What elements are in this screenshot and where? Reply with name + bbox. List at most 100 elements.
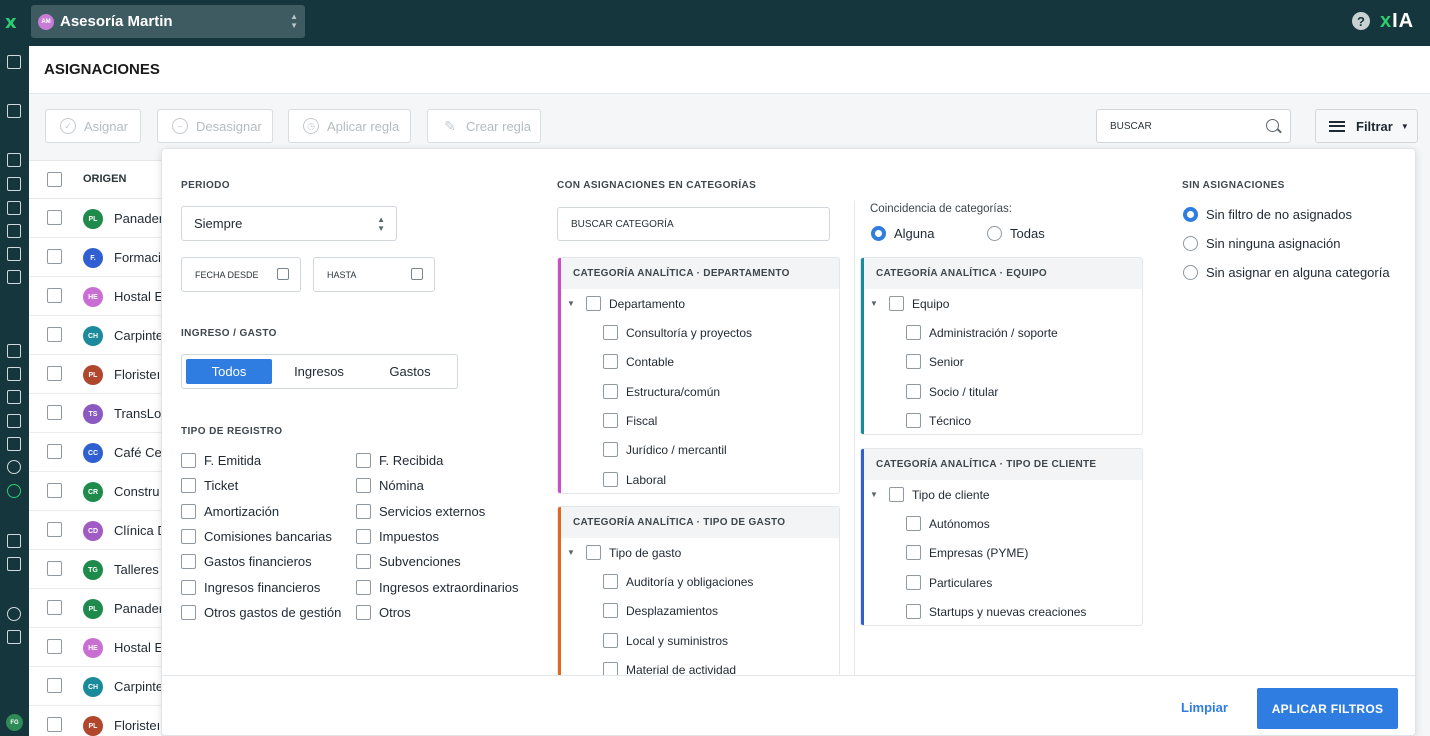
document-icon[interactable] xyxy=(7,177,21,191)
table-row[interactable]: HE Hostal E xyxy=(29,628,163,667)
row-checkbox[interactable] xyxy=(47,366,62,381)
clear-button[interactable]: Limpiar xyxy=(1181,700,1228,715)
record-type-checkbox[interactable]: Ticket xyxy=(181,478,238,494)
clock-icon[interactable] xyxy=(7,484,21,498)
record-type-checkbox[interactable]: Subvenciones xyxy=(356,554,461,570)
row-checkbox[interactable] xyxy=(47,483,62,498)
category-parent-checkbox[interactable]: Tipo de cliente xyxy=(889,487,990,503)
category-parent-checkbox[interactable]: Tipo de gasto xyxy=(586,545,681,561)
expand-caret-icon[interactable]: ▼ xyxy=(567,299,575,308)
toggle-todos[interactable]: Todos xyxy=(186,359,272,384)
category-item-checkbox[interactable]: Fiscal xyxy=(603,412,657,429)
file-icon[interactable] xyxy=(7,270,21,284)
row-checkbox[interactable] xyxy=(47,288,62,303)
briefcase-icon[interactable] xyxy=(7,55,21,69)
row-checkbox[interactable] xyxy=(47,405,62,420)
row-checkbox[interactable] xyxy=(47,249,62,264)
row-checkbox[interactable] xyxy=(47,717,62,732)
table-row[interactable]: TS TransLo xyxy=(29,394,161,433)
table-row[interactable]: PL Panader xyxy=(29,589,163,628)
table-row[interactable]: PL Floristeı xyxy=(29,706,161,736)
record-type-checkbox[interactable]: Otros xyxy=(356,604,411,621)
user-avatar[interactable]: FG xyxy=(6,714,23,731)
record-type-checkbox[interactable]: Ingresos extraordinarios xyxy=(356,579,518,596)
document-sync-icon[interactable] xyxy=(7,201,21,215)
record-type-checkbox[interactable]: Comisiones bancarias xyxy=(181,528,332,545)
table-row[interactable]: TG Talleres xyxy=(29,550,161,589)
toggle-gastos[interactable]: Gastos xyxy=(365,359,455,384)
bank-icon[interactable] xyxy=(7,224,21,238)
row-checkbox[interactable] xyxy=(47,444,62,459)
report-icon[interactable] xyxy=(7,534,21,548)
archive-icon[interactable] xyxy=(7,247,21,261)
category-item-checkbox[interactable]: Jurídico / mercantil xyxy=(603,442,727,458)
select-all-checkbox[interactable] xyxy=(47,172,62,187)
category-item-checkbox[interactable]: Administración / soporte xyxy=(906,325,1058,341)
record-type-checkbox[interactable]: F. Recibida xyxy=(356,453,443,469)
category-item-checkbox[interactable]: Senior xyxy=(906,354,964,370)
record-type-checkbox[interactable]: Ingresos financieros xyxy=(181,579,320,596)
company-selector[interactable]: AM Asesoría Martin ▲ ▼ xyxy=(31,5,305,38)
category-item-checkbox[interactable]: Desplazamientos xyxy=(603,603,718,619)
expand-caret-icon[interactable]: ▼ xyxy=(870,299,878,308)
category-item-checkbox[interactable]: Local y suministros xyxy=(603,632,728,649)
category-item-checkbox[interactable]: Socio / titular xyxy=(906,383,998,400)
xia-logo[interactable]: xIA xyxy=(1380,10,1414,33)
unassign-button[interactable]: – Desasignar xyxy=(157,109,273,143)
category-item-checkbox[interactable]: Laboral xyxy=(603,471,666,488)
table-row[interactable]: CD Clínica D xyxy=(29,511,167,550)
category-item-checkbox[interactable]: Consultoría y proyectos xyxy=(603,325,752,341)
library-icon[interactable] xyxy=(7,390,21,404)
row-checkbox[interactable] xyxy=(47,522,62,537)
calculator-icon[interactable] xyxy=(7,344,21,358)
table-row[interactable]: CH Carpinte xyxy=(29,316,163,355)
gear-icon[interactable] xyxy=(7,607,21,621)
date-to-input[interactable]: HASTA xyxy=(313,257,435,292)
table-row[interactable]: CH Carpinte xyxy=(29,667,163,706)
period-select[interactable]: Siempre ▲ ▼ xyxy=(181,206,397,241)
match-any-radio[interactable]: Alguna xyxy=(871,226,934,242)
search-input[interactable]: BUSCAR xyxy=(1096,109,1291,143)
table-row[interactable]: CC Café Cer xyxy=(29,433,166,472)
apply-rule-button[interactable]: ◷ Aplicar regla xyxy=(288,109,411,143)
create-rule-button[interactable]: ✎ Crear regla xyxy=(427,109,541,143)
record-type-checkbox[interactable]: Impuestos xyxy=(356,528,439,545)
row-checkbox[interactable] xyxy=(47,639,62,654)
ledger-icon[interactable] xyxy=(7,414,21,428)
table-row[interactable]: HE Hostal E xyxy=(29,277,163,316)
table-row[interactable]: PL Floristeı xyxy=(29,355,161,394)
row-checkbox[interactable] xyxy=(47,561,62,576)
folder-icon[interactable] xyxy=(7,437,21,451)
category-item-checkbox[interactable]: Técnico xyxy=(906,412,971,429)
table-row[interactable]: PL Panader xyxy=(29,199,163,238)
apply-filters-button[interactable]: APLICAR FILTROS xyxy=(1257,688,1398,729)
record-type-checkbox[interactable]: Gastos financieros xyxy=(181,554,312,570)
record-type-checkbox[interactable]: Otros gastos de gestión xyxy=(181,604,341,621)
store-icon[interactable] xyxy=(7,630,21,644)
row-checkbox[interactable] xyxy=(47,678,62,693)
category-search-input[interactable]: BUSCAR CATEGORÍA xyxy=(557,207,830,241)
toggle-ingresos[interactable]: Ingresos xyxy=(274,359,364,384)
category-item-checkbox[interactable]: Estructura/común xyxy=(603,383,720,400)
filter-button[interactable]: Filtrar ▼ xyxy=(1315,109,1418,143)
category-parent-checkbox[interactable]: Equipo xyxy=(889,296,949,312)
category-item-checkbox[interactable]: Auditoría y obligaciones xyxy=(603,574,753,590)
table-row[interactable]: F. Formaci xyxy=(29,238,161,277)
app-logo-icon[interactable]: x xyxy=(5,12,17,33)
inbox-icon[interactable] xyxy=(7,104,21,118)
record-type-checkbox[interactable]: Amortización xyxy=(181,503,279,520)
target-icon[interactable] xyxy=(7,460,21,474)
category-item-checkbox[interactable]: Particulares xyxy=(906,574,992,591)
record-type-checkbox[interactable]: Servicios externos xyxy=(356,503,485,520)
receipt-icon[interactable] xyxy=(7,367,21,381)
unassigned-option-some-category[interactable]: Sin asignar en alguna categoría xyxy=(1183,265,1390,281)
record-type-checkbox[interactable]: Nómina xyxy=(356,478,424,494)
assign-button[interactable]: ✓ Asignar xyxy=(45,109,141,143)
book-icon[interactable] xyxy=(7,557,21,571)
match-all-radio[interactable]: Todas xyxy=(987,226,1045,242)
table-row[interactable]: CR Constru xyxy=(29,472,161,511)
expand-caret-icon[interactable]: ▼ xyxy=(870,490,878,499)
date-from-input[interactable]: FECHA DESDE xyxy=(181,257,301,292)
record-type-checkbox[interactable]: F. Emitida xyxy=(181,453,261,469)
help-icon[interactable]: ? xyxy=(1352,12,1370,30)
